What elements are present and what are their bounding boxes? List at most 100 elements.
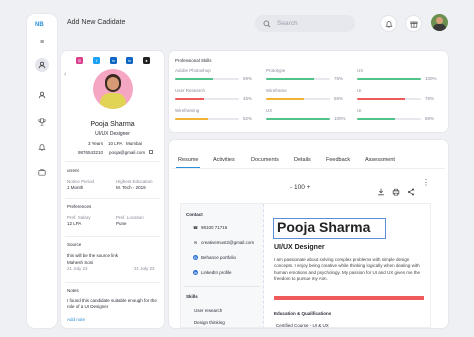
skill-progress-bar xyxy=(175,98,239,100)
skill-name: UI xyxy=(357,88,362,93)
skill-progress-fill xyxy=(357,78,421,80)
bell-nav-icon[interactable] xyxy=(35,140,49,154)
profile-name: Pooja Sharma xyxy=(90,121,135,128)
gift-button[interactable] xyxy=(405,15,422,32)
skill-percent: 45% xyxy=(243,96,253,101)
resume-skill-item: User research xyxy=(194,308,223,313)
tab-divider xyxy=(172,168,445,169)
skill-name: UX xyxy=(266,108,273,113)
skill-name: UX xyxy=(357,68,364,73)
menu-icon[interactable]: ≡ xyxy=(35,35,49,49)
resume-name: Pooja Sharma xyxy=(277,219,371,235)
search-icon xyxy=(263,20,271,28)
collapse-chevron-icon[interactable]: ‹ xyxy=(64,71,66,78)
current-heading: urrent xyxy=(67,168,79,173)
source-author: Mahesh Soni xyxy=(67,260,94,265)
trophy-nav-icon[interactable] xyxy=(35,115,49,129)
search-placeholder: Search xyxy=(277,20,298,27)
skill-percent: 75% xyxy=(334,76,344,81)
tab-assessment[interactable]: Assessment xyxy=(365,157,395,163)
linkedin-icon[interactable]: in xyxy=(110,57,117,64)
skill-name: User Research xyxy=(175,88,206,93)
copy-email-icon[interactable] xyxy=(149,150,153,154)
download-icon[interactable] xyxy=(377,183,385,201)
twitter-icon[interactable]: t xyxy=(93,57,100,64)
skill-percent: 59% xyxy=(334,96,344,101)
preferences-heading: Preferences xyxy=(67,204,92,209)
divider xyxy=(65,282,160,283)
skill-progress-bar xyxy=(357,98,421,100)
profile-experience: 3 Years xyxy=(88,141,104,146)
profile-photo xyxy=(93,69,133,109)
share-icon[interactable] xyxy=(407,183,415,201)
divider xyxy=(65,236,160,237)
skill-progress-fill xyxy=(357,98,405,100)
candidate-nav-icon[interactable] xyxy=(35,58,49,72)
pref-salary-label: Pref. Salary xyxy=(67,215,91,220)
skill-progress-fill xyxy=(357,118,395,120)
education-heading: Education & Qualifications xyxy=(274,311,332,316)
source-date-left: 21 July 23 xyxy=(67,266,88,271)
skill-percent: 52% xyxy=(243,116,253,121)
bell-icon xyxy=(384,20,393,28)
skill-progress-bar xyxy=(357,118,421,120)
qualification-value: M. Tech - 2019 xyxy=(116,185,146,190)
skill-percent: 75% xyxy=(425,96,435,101)
tab-feedback[interactable]: Feedback xyxy=(326,157,350,163)
skill-name: UI xyxy=(357,108,362,113)
instagram-icon[interactable]: ◎ xyxy=(76,57,83,64)
profile-city: Mumbai xyxy=(126,141,143,146)
professional-skills-card: Professional Skills Adobe Photoshop 59% Pr… xyxy=(169,51,448,132)
profile-role: UI/UX Designer xyxy=(95,131,130,137)
tab-details[interactable]: Details xyxy=(294,157,311,163)
divider xyxy=(184,286,260,287)
skill-progress-fill xyxy=(175,78,213,80)
search-box[interactable]: Search xyxy=(255,15,355,32)
profile-phone[interactable]: 9876543210 xyxy=(78,150,103,155)
briefcase-nav-icon[interactable] xyxy=(35,165,49,179)
pref-location-value: Pune xyxy=(116,221,127,226)
skill-progress-fill xyxy=(175,118,209,120)
contact-item[interactable]: LinkedIn profile xyxy=(201,270,232,275)
sidebar: NB ≡ xyxy=(27,14,57,328)
divider xyxy=(65,161,160,162)
skills-list-heading: Skills xyxy=(186,294,198,299)
add-note-link[interactable]: Add note xyxy=(67,317,85,322)
print-icon[interactable] xyxy=(392,183,400,201)
skill-progress-fill xyxy=(266,118,330,120)
user-avatar[interactable] xyxy=(431,14,448,31)
page-title: Add New Cadidate xyxy=(67,19,126,26)
source-text[interactable]: this will be the source link xyxy=(67,253,118,258)
gift-icon xyxy=(409,21,418,28)
skill-percent: 59% xyxy=(243,76,253,81)
github-icon[interactable]: ● xyxy=(143,57,150,64)
resume-title: UI/UX Designer xyxy=(274,244,325,251)
resume-summary: I am passionate about solving complex pr… xyxy=(274,257,420,281)
skill-progress-bar xyxy=(175,78,239,80)
skill-progress-bar xyxy=(266,98,330,100)
profile-salary: 10 LPA xyxy=(108,141,123,146)
more-options-icon[interactable]: ⋮ xyxy=(422,179,430,187)
notes-text: I found this candidate suitable enough f… xyxy=(67,298,157,309)
source-heading: Source xyxy=(67,242,82,247)
notes-heading: Notes xyxy=(67,288,79,293)
user-nav-icon[interactable] xyxy=(35,88,49,102)
profile-email[interactable]: pooja@gmail.com xyxy=(109,150,145,155)
contact-heading: Contact xyxy=(186,212,203,217)
contact-item[interactable]: creativemust2@gmail.com xyxy=(201,240,254,245)
contact-item[interactable]: Behance portfolio xyxy=(201,255,236,260)
app-logo[interactable]: NB xyxy=(35,22,44,28)
linkedin-alt-icon[interactable]: in xyxy=(126,57,133,64)
tab-resume[interactable]: Resume xyxy=(178,157,198,163)
notification-button[interactable] xyxy=(380,15,397,32)
skill-progress-fill xyxy=(266,98,304,100)
tab-activities[interactable]: Activities xyxy=(213,157,235,163)
linkedin-icon: in xyxy=(193,270,198,275)
qualification-label: Highest Education xyxy=(116,179,153,184)
education-item: Certified Course - UI & UX xyxy=(276,323,329,328)
source-date-right: 21 July 23 xyxy=(134,266,155,271)
zoom-control[interactable]: - 100 + xyxy=(290,184,310,191)
skill-percent: 100% xyxy=(334,116,346,121)
tab-documents[interactable]: Documents xyxy=(251,157,279,163)
skill-progress-bar xyxy=(266,118,330,120)
